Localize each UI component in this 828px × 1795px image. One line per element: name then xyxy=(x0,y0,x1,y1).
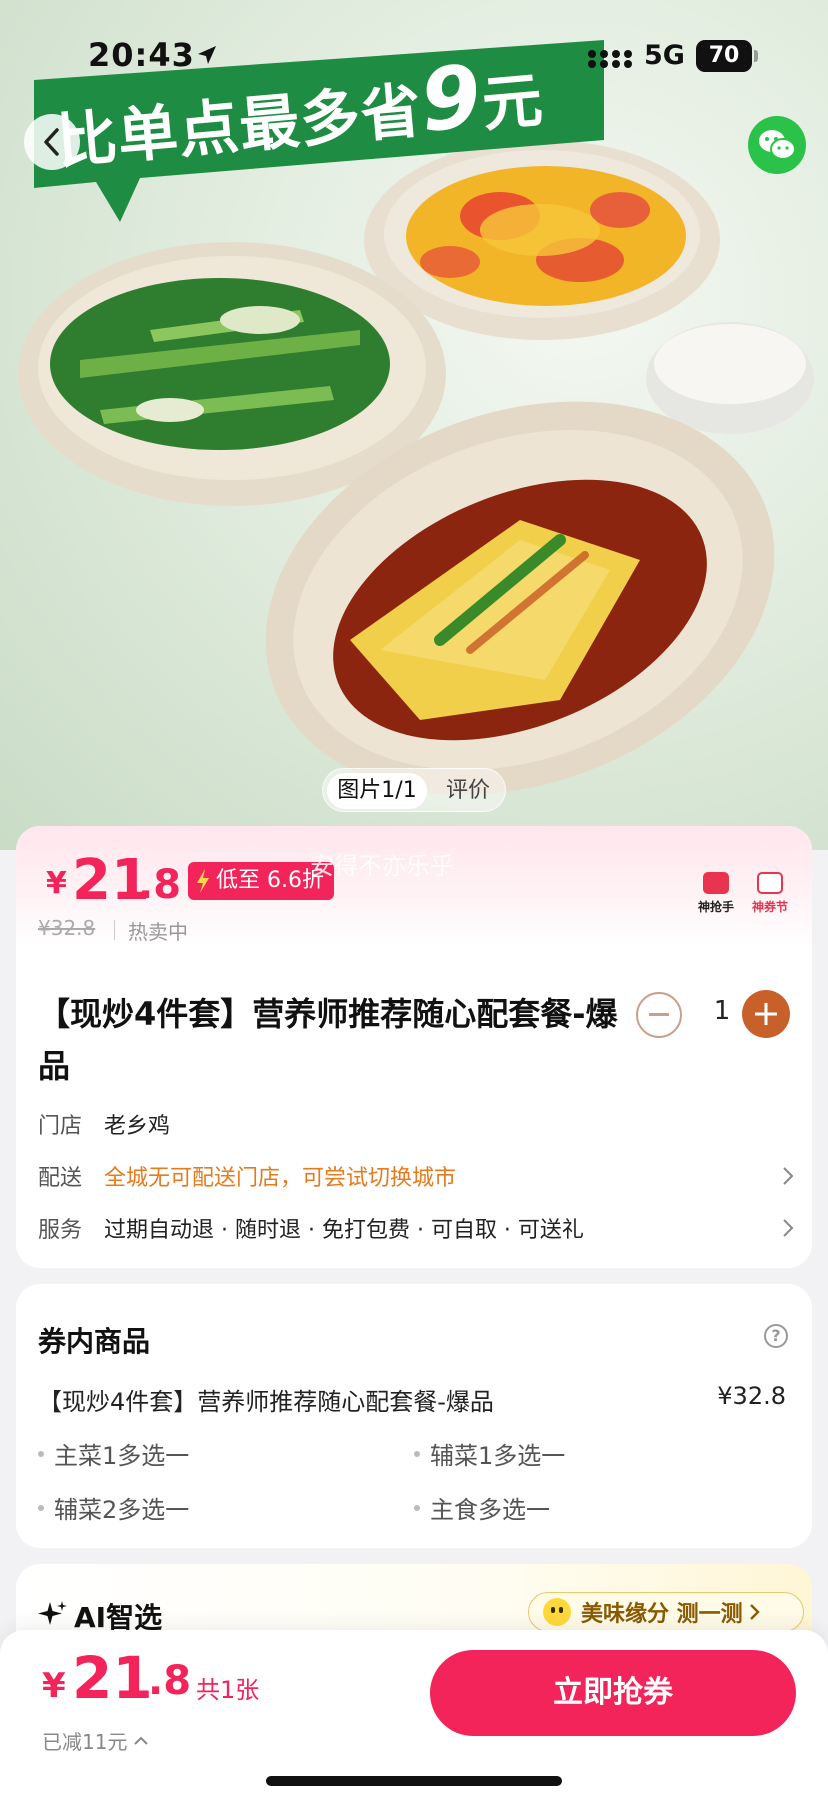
help-icon[interactable]: ? xyxy=(764,1324,788,1348)
bullet xyxy=(414,1504,420,1511)
promo-suffix: 元 xyxy=(479,65,547,141)
store-label: 门店 xyxy=(38,1114,83,1139)
hero-image-area[interactable]: 20:43 5G 70 比单点最多省9元 图片1/1 评价 xyxy=(0,0,828,850)
total-decimal: .8 xyxy=(148,1658,192,1704)
sale-status: 热卖中 xyxy=(128,920,188,944)
divider xyxy=(114,920,115,940)
badge-shenquanjie[interactable]: 神券节 xyxy=(746,872,794,915)
status-time: 20:43 xyxy=(88,36,195,74)
voucher-section-title: 券内商品 xyxy=(38,1325,151,1358)
quantity-value: 1 xyxy=(713,996,731,1026)
service-label: 服务 xyxy=(38,1218,83,1243)
list-item: 辅菜1多选一 xyxy=(414,1436,565,1471)
lightning-icon xyxy=(197,869,209,893)
price-band: ¥ 21 .8 低至 6.6折 安得不亦乐乎 ¥32.8 热卖中 神抢手 神券节 xyxy=(16,826,812,946)
plus-icon xyxy=(755,1003,777,1025)
quantity-increase-button[interactable] xyxy=(742,990,790,1038)
network-type: 5G xyxy=(644,40,685,71)
badge-icon xyxy=(703,872,729,894)
sparkle-icon xyxy=(38,1601,67,1625)
battery-tip xyxy=(754,50,758,62)
battery-level: 70 xyxy=(696,40,752,72)
badge-icon xyxy=(757,872,783,894)
chevron-right-icon xyxy=(783,1219,794,1237)
badge-label: 神券节 xyxy=(751,900,788,914)
promo-amount: 9 xyxy=(416,46,486,152)
tab-reviews[interactable]: 评价 xyxy=(437,773,499,809)
minus-icon xyxy=(649,1013,669,1016)
bullet xyxy=(414,1450,420,1457)
taste-match-label: 美味缘分 测一测 xyxy=(581,1602,743,1627)
bullet xyxy=(38,1504,44,1511)
list-item: 主菜1多选一 xyxy=(38,1436,189,1471)
service-value: 过期自动退 · 随时退 · 免打包费 · 可自取 · 可送礼 xyxy=(104,1218,584,1243)
voucher-item-name: 【现炒4件套】营养师推荐随心配套餐-爆品 xyxy=(38,1388,494,1416)
buy-now-button[interactable]: 立即抢券 xyxy=(430,1650,796,1736)
original-price: ¥32.8 xyxy=(38,916,96,940)
chevron-right-icon xyxy=(783,1167,794,1185)
price-currency: ¥ xyxy=(46,866,67,901)
badge-label: 神抢手 xyxy=(697,900,734,914)
service-row[interactable]: 服务 过期自动退 · 随时退 · 免打包费 · 可自取 · 可送礼 xyxy=(38,1212,798,1244)
store-value: 老乡鸡 xyxy=(104,1114,171,1139)
signal-icon xyxy=(588,50,632,68)
location-arrow-icon xyxy=(198,46,216,64)
reduced-amount: 已减11元 xyxy=(42,1730,128,1754)
wechat-icon xyxy=(759,130,796,160)
smiley-icon xyxy=(543,1598,571,1626)
total-currency: ¥ xyxy=(42,1666,66,1706)
delivery-label: 配送 xyxy=(38,1166,83,1191)
product-title: 【现炒4件套】营养师推荐随心配套餐-爆品 xyxy=(38,995,618,1085)
chevron-up-icon xyxy=(134,1736,149,1745)
list-item: 辅菜2多选一 xyxy=(38,1490,189,1525)
tab-images[interactable]: 图片1/1 xyxy=(327,773,427,809)
voucher-item-price: ¥32.8 xyxy=(717,1382,786,1410)
discount-detail-toggle[interactable]: 已减11元 xyxy=(42,1726,149,1755)
home-indicator xyxy=(266,1776,562,1786)
discount-text: 低至 6.6折 xyxy=(216,868,324,893)
quantity-decrease-button[interactable] xyxy=(636,992,682,1038)
delivery-value: 全城无可配送门店，可尝试切换城市 xyxy=(104,1166,457,1191)
watermark: 安得不亦乐乎 xyxy=(310,852,454,880)
chevron-right-icon xyxy=(749,1604,760,1620)
option-label: 辅菜2多选一 xyxy=(54,1496,190,1524)
back-button[interactable] xyxy=(24,114,80,170)
store-row: 门店 老乡鸡 xyxy=(38,1108,798,1140)
option-label: 主食多选一 xyxy=(430,1496,550,1524)
checkout-bar: ¥ 21 .8 共1张 已减11元 立即抢券 xyxy=(0,1630,828,1795)
taste-match-button[interactable]: 美味缘分 测一测 xyxy=(528,1592,804,1632)
wechat-share-button[interactable] xyxy=(748,116,806,174)
bullet xyxy=(38,1450,44,1457)
product-info-card: ¥ 21 .8 低至 6.6折 安得不亦乐乎 ¥32.8 热卖中 神抢手 神券节… xyxy=(16,826,812,1268)
option-label: 辅菜1多选一 xyxy=(430,1442,566,1470)
voucher-count: 共1张 xyxy=(196,1676,260,1704)
delivery-row[interactable]: 配送 全城无可配送门店，可尝试切换城市 xyxy=(38,1160,798,1192)
option-label: 主菜1多选一 xyxy=(54,1442,190,1470)
total-integer: 21 xyxy=(72,1644,153,1712)
badge-shenqiangshou[interactable]: 神抢手 xyxy=(692,872,740,915)
price-decimal: .8 xyxy=(138,862,182,908)
image-pager[interactable]: 图片1/1 评价 xyxy=(322,768,506,812)
voucher-contents-card: 券内商品 ? 【现炒4件套】营养师推荐随心配套餐-爆品 ¥32.8 主菜1多选一… xyxy=(16,1284,812,1548)
chevron-left-icon xyxy=(44,128,59,156)
list-item: 主食多选一 xyxy=(414,1490,550,1525)
